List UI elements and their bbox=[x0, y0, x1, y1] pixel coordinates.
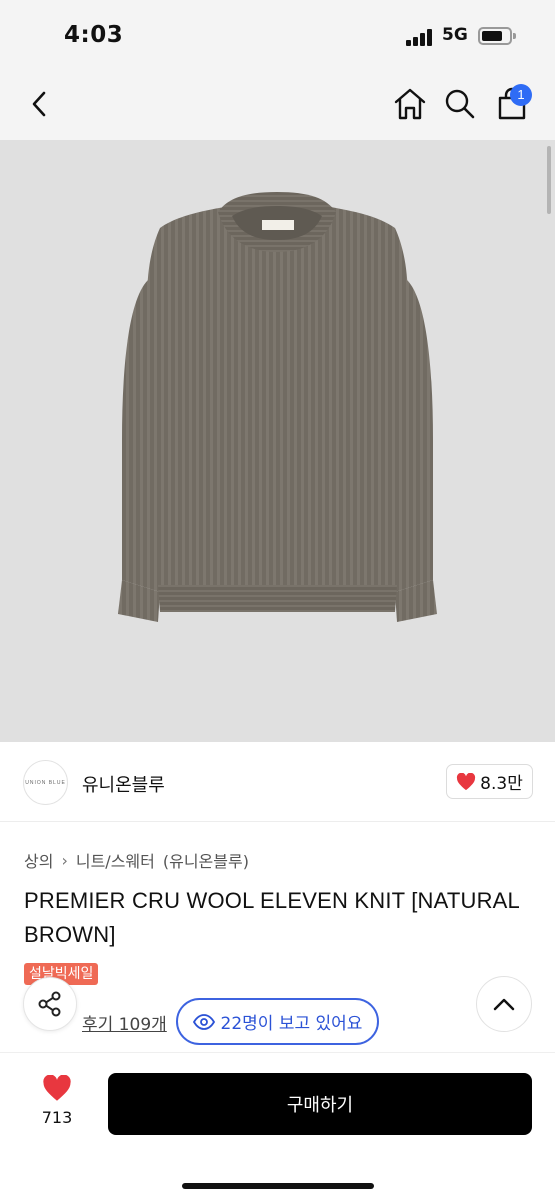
eye-icon bbox=[192, 1013, 215, 1030]
breadcrumb-category[interactable]: 상의 bbox=[24, 848, 53, 872]
sweater-image bbox=[118, 192, 437, 622]
viewers-pill[interactable]: 22명이 보고 있어요 bbox=[176, 998, 379, 1045]
breadcrumb: 상의 › 니트/스웨터 (유니온블루) bbox=[24, 848, 249, 872]
brand-row: UNION BLUE 유니온블루 8.3만 bbox=[0, 742, 555, 822]
scroll-indicator bbox=[547, 146, 551, 214]
home-icon bbox=[394, 88, 426, 120]
cart-count-badge: 1 bbox=[510, 84, 532, 106]
status-bar: 4:03 5G bbox=[0, 0, 555, 70]
share-icon bbox=[38, 991, 61, 1017]
breadcrumb-subcategory[interactable]: 니트/스웨터 bbox=[76, 848, 155, 872]
brand-like-count: 8.3만 bbox=[480, 774, 523, 794]
search-icon bbox=[445, 89, 475, 119]
battery-icon bbox=[478, 27, 516, 45]
signal-icon bbox=[406, 28, 436, 46]
back-button[interactable] bbox=[22, 84, 58, 124]
wish-count: 713 bbox=[41, 1108, 73, 1127]
product-image[interactable] bbox=[0, 140, 555, 742]
nav-bar bbox=[0, 70, 555, 140]
home-indicator bbox=[182, 1183, 374, 1189]
breadcrumb-brand[interactable]: (유니온블루) bbox=[163, 848, 249, 872]
status-time: 4:03 bbox=[64, 22, 124, 48]
heart-icon bbox=[43, 1075, 71, 1101]
product-title: PREMIER CRU WOOL ELEVEN KNIT [NATURAL BR… bbox=[24, 888, 520, 947]
brand-logo[interactable]: UNION BLUE bbox=[23, 760, 68, 805]
brand-like-button[interactable]: 8.3만 bbox=[446, 764, 533, 799]
bottom-bar: 713 구매하기 bbox=[0, 1052, 555, 1200]
home-button[interactable] bbox=[390, 84, 430, 124]
back-arrow-icon bbox=[32, 91, 46, 117]
scroll-top-button[interactable] bbox=[476, 976, 532, 1032]
brand-logo-text: UNION BLUE bbox=[25, 779, 66, 786]
share-button[interactable] bbox=[23, 977, 77, 1031]
heart-icon bbox=[457, 772, 476, 790]
viewers-text: 22명이 보고 있어요 bbox=[220, 1014, 363, 1034]
chevron-right-icon: › bbox=[61, 850, 68, 870]
wish-button[interactable]: 713 bbox=[30, 1075, 84, 1135]
buy-button[interactable]: 구매하기 bbox=[108, 1073, 532, 1135]
network-label: 5G bbox=[442, 25, 468, 45]
review-link[interactable]: 후기 109개 bbox=[82, 1010, 167, 1035]
chevron-up-icon bbox=[493, 998, 515, 1011]
brand-name[interactable]: 유니온블루 bbox=[82, 771, 165, 797]
search-button[interactable] bbox=[440, 84, 480, 124]
